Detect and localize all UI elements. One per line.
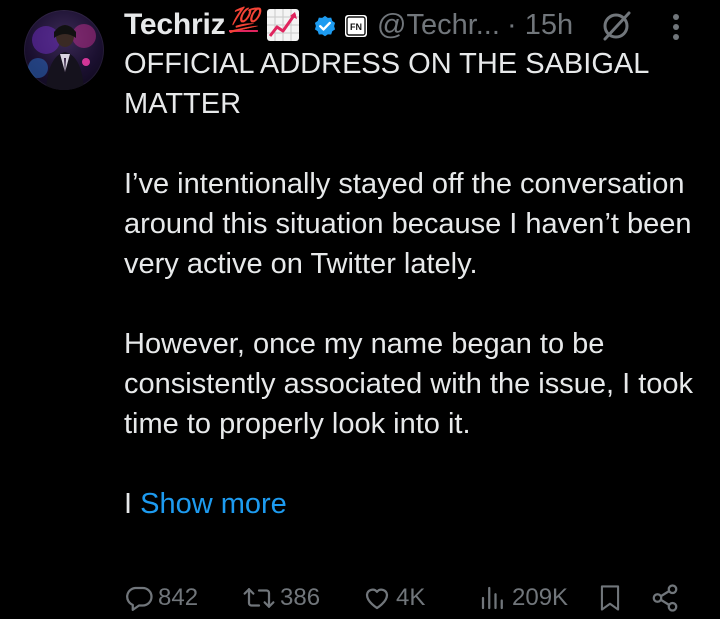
affiliate-badge-icon[interactable]: FN (344, 14, 368, 38)
heart-icon (365, 588, 389, 610)
views-button[interactable]: 209K (478, 578, 568, 618)
avatar[interactable] (24, 10, 104, 90)
avatar-image (28, 24, 96, 90)
repost-button[interactable]: 386 (242, 578, 320, 618)
reply-icon (126, 586, 153, 611)
affiliate-badge-text: FN (350, 22, 362, 32)
post-paragraph: I’ve intentionally stayed off the conver… (124, 168, 692, 280)
views-icon (481, 586, 503, 610)
hundred-points-emoji: 💯 (229, 7, 259, 34)
author-name[interactable]: Techriz (124, 8, 226, 42)
verified-badge-icon[interactable] (312, 13, 338, 39)
post-paragraph: OFFICIAL ADDRESS ON THE SABIGAL MATTER (124, 48, 649, 120)
author-handle[interactable]: @Techr... (377, 9, 500, 42)
like-count: 4K (396, 584, 426, 611)
grok-icon[interactable] (598, 9, 634, 43)
more-options-icon[interactable] (669, 12, 683, 42)
reply-count: 842 (158, 584, 199, 611)
share-button[interactable] (650, 578, 680, 618)
repost-count: 386 (280, 584, 321, 611)
action-bar: 842 386 4K 209K (124, 578, 694, 618)
view-count: 209K (512, 584, 569, 611)
like-button[interactable]: 4K (362, 578, 425, 618)
show-more-link[interactable]: Show more (140, 488, 287, 520)
reply-button[interactable]: 842 (124, 578, 198, 618)
post-paragraph: However, once my name began to be consis… (124, 328, 694, 440)
bookmark-icon (600, 585, 620, 611)
post-text: OFFICIAL ADDRESS ON THE SABIGAL MATTER I… (124, 44, 694, 524)
share-icon (652, 584, 678, 612)
repost-icon (243, 588, 275, 608)
chart-increasing-icon (267, 9, 299, 41)
post-header: Techriz 💯 FN @Techr... · 15h (124, 2, 702, 46)
truncated-text: I (124, 488, 133, 520)
post-timestamp[interactable]: · 15h (507, 9, 573, 42)
truncated-line: I Show more (124, 484, 694, 524)
bookmark-button[interactable] (596, 578, 624, 618)
